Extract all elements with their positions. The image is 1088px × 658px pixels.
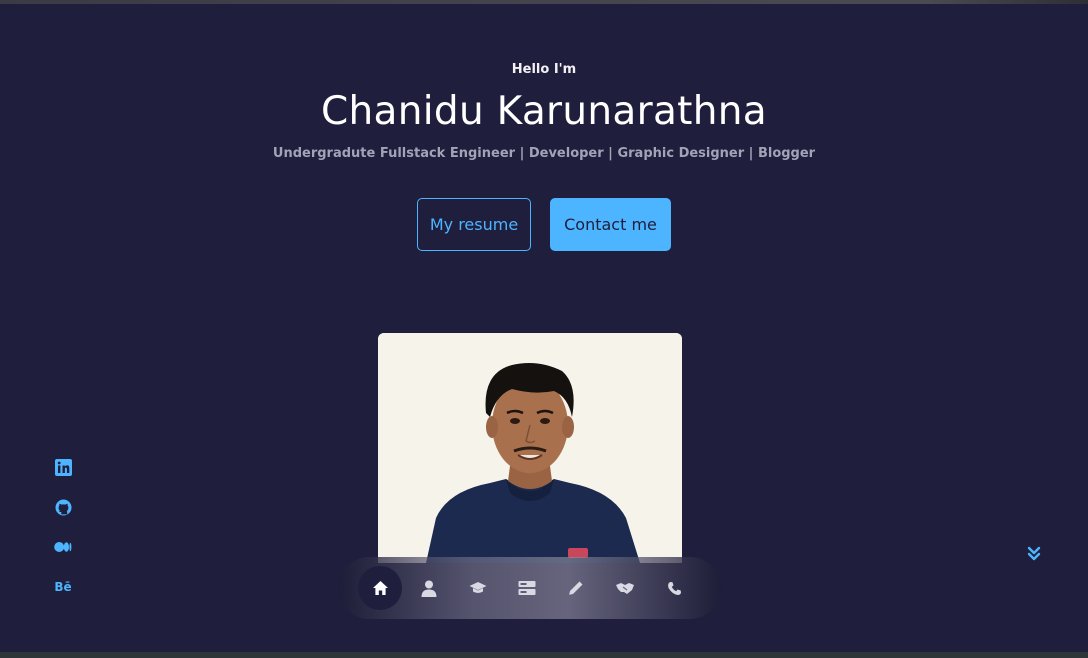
contact-button[interactable]: Contact me bbox=[550, 198, 671, 251]
hero-section: Hello I'm Chanidu Karunarathna Undergrad… bbox=[0, 62, 1088, 161]
linkedin-icon bbox=[54, 458, 72, 476]
cta-buttons: My resume Contact me bbox=[0, 198, 1088, 251]
home-icon bbox=[372, 581, 388, 595]
greeting-text: Hello I'm bbox=[511, 62, 577, 77]
window-bottom-edge bbox=[0, 652, 1088, 658]
phone-icon bbox=[667, 581, 681, 595]
nav-item-home[interactable] bbox=[358, 566, 402, 610]
resume-button[interactable]: My resume bbox=[417, 198, 531, 251]
bottom-navigation bbox=[338, 557, 721, 619]
nav-item-experience[interactable] bbox=[505, 566, 549, 610]
linkedin-link[interactable] bbox=[52, 456, 74, 478]
social-links: Bē bbox=[52, 456, 74, 598]
medium-link[interactable] bbox=[52, 536, 74, 558]
graduation-cap-icon bbox=[469, 582, 487, 593]
user-icon bbox=[421, 580, 437, 597]
nav-item-about[interactable] bbox=[407, 566, 451, 610]
page-title: Chanidu Karunarathna bbox=[321, 89, 767, 134]
nav-item-education[interactable] bbox=[456, 566, 500, 610]
behance-link[interactable]: Bē bbox=[52, 576, 74, 598]
pencil-icon bbox=[569, 581, 583, 595]
github-icon bbox=[55, 499, 71, 515]
tagline-text: Undergradute Fullstack Engineer | Develo… bbox=[272, 146, 816, 161]
scroll-down-button[interactable] bbox=[1024, 545, 1044, 565]
medium-icon bbox=[54, 542, 72, 552]
chevron-double-down-icon bbox=[1027, 546, 1041, 561]
profile-photo bbox=[378, 333, 682, 563]
nav-item-contact[interactable] bbox=[652, 566, 696, 610]
server-icon bbox=[518, 581, 536, 595]
window-top-edge bbox=[0, 0, 1088, 4]
nav-item-blog[interactable] bbox=[554, 566, 598, 610]
behance-icon: Bē bbox=[54, 580, 72, 594]
profile-photo-illustration bbox=[378, 333, 682, 563]
handshake-icon bbox=[616, 583, 634, 594]
github-link[interactable] bbox=[52, 496, 74, 518]
nav-item-services[interactable] bbox=[603, 566, 647, 610]
